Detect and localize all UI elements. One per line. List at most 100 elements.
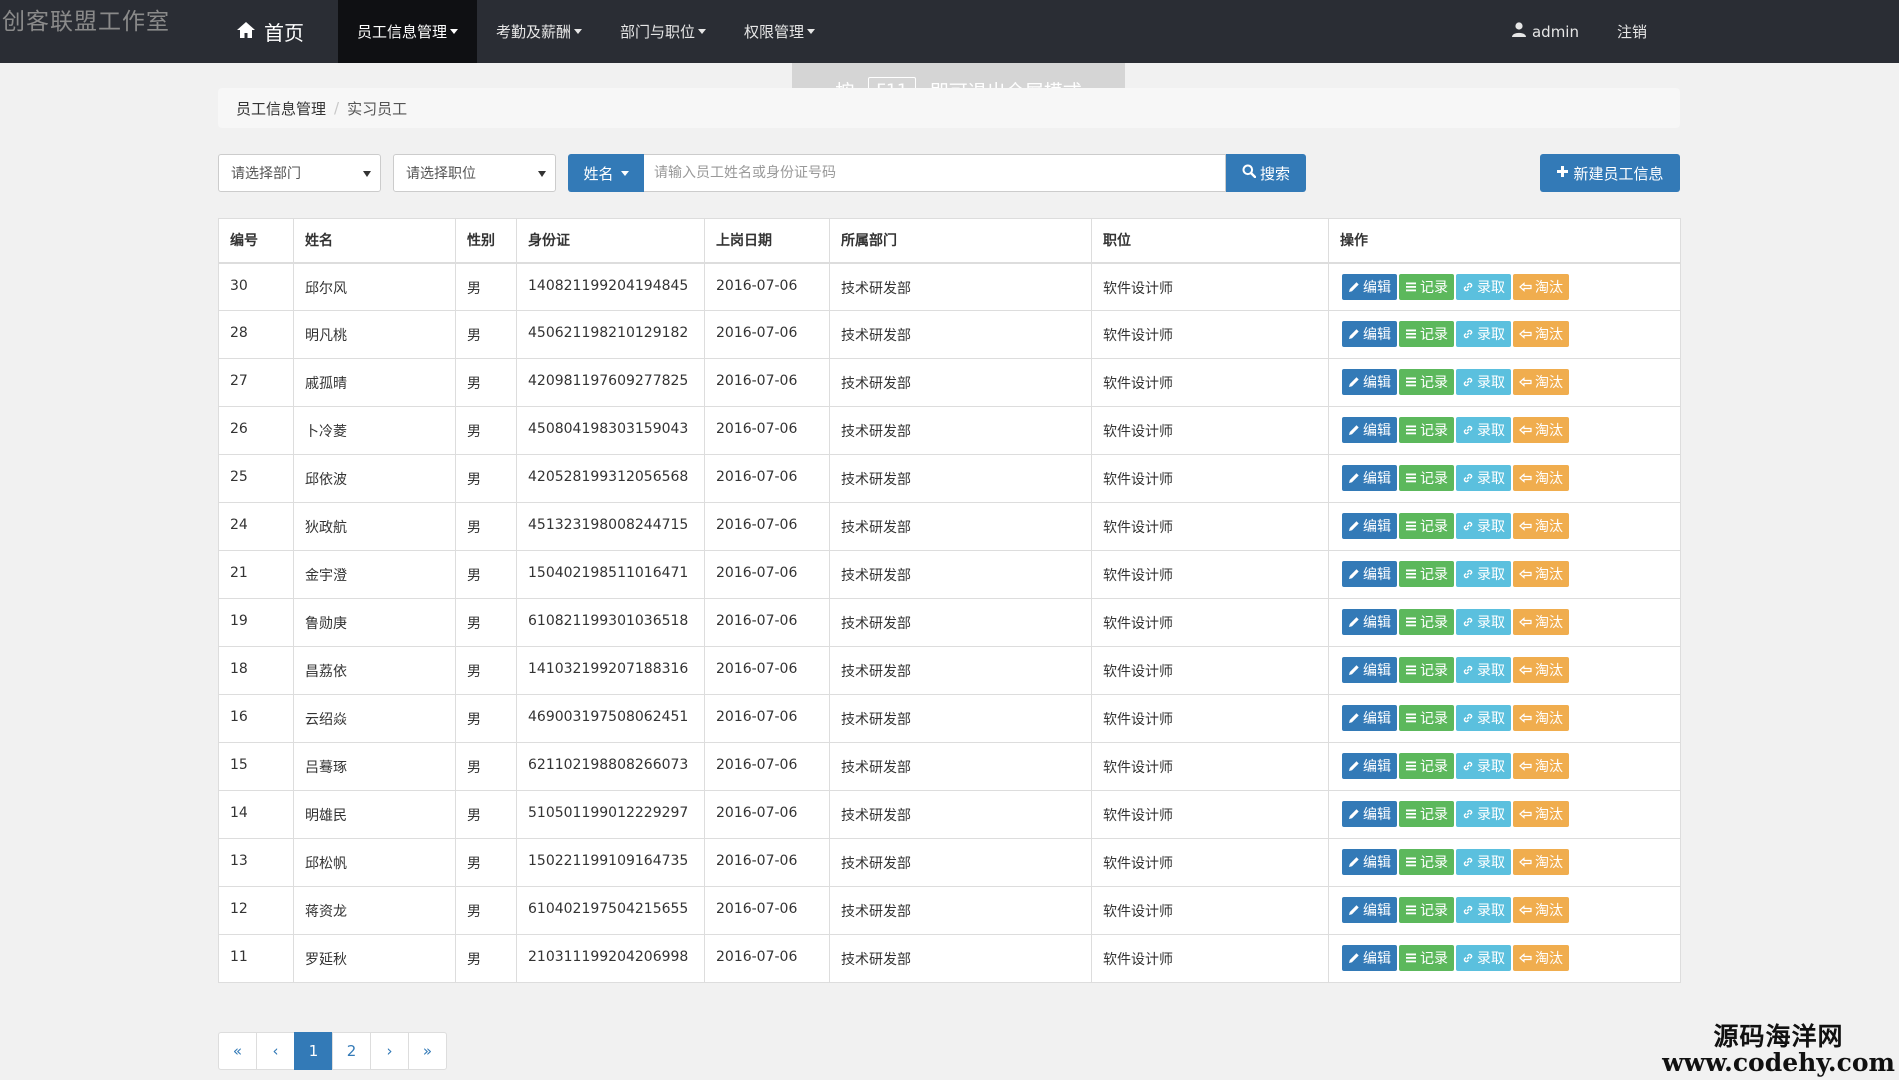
page-first[interactable]: « xyxy=(218,1032,257,1070)
edit-button[interactable]: 编辑 xyxy=(1342,849,1397,875)
hire-button[interactable]: 录取 xyxy=(1456,849,1511,875)
edit-button[interactable]: 编辑 xyxy=(1342,705,1397,731)
user-menu[interactable]: admin xyxy=(1511,22,1579,41)
edit-button[interactable]: 编辑 xyxy=(1342,321,1397,347)
cell-actions: 编辑 记录 录取 淘汰 xyxy=(1328,406,1681,455)
edit-button[interactable]: 编辑 xyxy=(1342,945,1397,971)
cell-name: 狄政航 xyxy=(293,502,456,551)
record-button[interactable]: 记录 xyxy=(1399,465,1454,491)
hire-button[interactable]: 录取 xyxy=(1456,801,1511,827)
hire-button[interactable]: 录取 xyxy=(1456,465,1511,491)
column-header-start-date: 上岗日期 xyxy=(704,218,830,264)
edit-button[interactable]: 编辑 xyxy=(1342,609,1397,635)
hire-button[interactable]: 录取 xyxy=(1456,561,1511,587)
record-button[interactable]: 记录 xyxy=(1399,513,1454,539)
cell-gender: 男 xyxy=(455,550,517,599)
hire-button[interactable]: 录取 xyxy=(1456,945,1511,971)
record-button[interactable]: 记录 xyxy=(1399,273,1454,300)
dismiss-button[interactable]: 淘汰 xyxy=(1513,321,1569,347)
home-link[interactable]: 首页 xyxy=(232,0,338,63)
dismiss-button[interactable]: 淘汰 xyxy=(1513,657,1569,683)
dismiss-button[interactable]: 淘汰 xyxy=(1513,561,1569,587)
dismiss-button[interactable]: 淘汰 xyxy=(1513,801,1569,827)
record-button[interactable]: 记录 xyxy=(1399,657,1454,683)
hire-button[interactable]: 录取 xyxy=(1456,897,1511,923)
hire-button[interactable]: 录取 xyxy=(1456,705,1511,731)
dismiss-button[interactable]: 淘汰 xyxy=(1513,417,1569,443)
edit-button[interactable]: 编辑 xyxy=(1342,561,1397,587)
link-icon xyxy=(1462,328,1474,340)
dismiss-button[interactable]: 淘汰 xyxy=(1513,849,1569,875)
cell-start-date: 2016-07-06 xyxy=(704,550,830,599)
dismiss-button[interactable]: 淘汰 xyxy=(1513,609,1569,635)
hire-button[interactable]: 录取 xyxy=(1456,321,1511,347)
breadcrumb-item-employee-info[interactable]: 员工信息管理 xyxy=(236,98,326,119)
edit-button[interactable]: 编辑 xyxy=(1342,513,1397,539)
search-input[interactable] xyxy=(644,154,1226,192)
nav-menu-permissions[interactable]: 权限管理 xyxy=(725,0,834,63)
record-button[interactable]: 记录 xyxy=(1399,753,1454,779)
hire-button-label: 录取 xyxy=(1477,327,1505,343)
hire-button[interactable]: 录取 xyxy=(1456,609,1511,635)
nav-menu-dept-position[interactable]: 部门与职位 xyxy=(601,0,725,63)
record-button[interactable]: 记录 xyxy=(1399,417,1454,443)
record-button[interactable]: 记录 xyxy=(1399,609,1454,635)
list-icon xyxy=(1405,904,1417,916)
cell-department: 技术研发部 xyxy=(829,502,1092,551)
search-field-dropdown[interactable]: 姓名 xyxy=(568,154,644,192)
edit-button[interactable]: 编辑 xyxy=(1342,465,1397,491)
dismiss-button[interactable]: 淘汰 xyxy=(1513,273,1569,300)
table-row: 21 金宇澄男 150402198511016471 2016-07-06 技术研发部软… xyxy=(218,550,1681,599)
dismiss-button[interactable]: 淘汰 xyxy=(1513,945,1569,971)
record-button[interactable]: 记录 xyxy=(1399,945,1454,971)
edit-button[interactable]: 编辑 xyxy=(1342,753,1397,779)
dismiss-button[interactable]: 淘汰 xyxy=(1513,897,1569,923)
dismiss-button[interactable]: 淘汰 xyxy=(1513,465,1569,491)
edit-button[interactable]: 编辑 xyxy=(1342,369,1397,395)
page-number[interactable]: 1 xyxy=(294,1032,333,1070)
dropdown-arrow-icon xyxy=(363,171,371,177)
record-button[interactable]: 记录 xyxy=(1399,321,1454,347)
edit-button[interactable]: 编辑 xyxy=(1342,897,1397,923)
cell-id-card: 150402198511016471 xyxy=(516,550,705,599)
cell-id-card: 510501199012229297 xyxy=(516,790,705,839)
hire-button[interactable]: 录取 xyxy=(1456,753,1511,779)
department-select[interactable]: 请选择部门 xyxy=(218,154,381,192)
cell-actions: 编辑 记录 录取 淘汰 xyxy=(1328,742,1681,791)
cell-id: 25 xyxy=(218,454,294,503)
record-button[interactable]: 记录 xyxy=(1399,849,1454,875)
dismiss-button[interactable]: 淘汰 xyxy=(1513,513,1569,539)
edit-button[interactable]: 编辑 xyxy=(1342,657,1397,683)
position-select[interactable]: 请选择职位 xyxy=(393,154,556,192)
dismiss-button[interactable]: 淘汰 xyxy=(1513,753,1569,779)
page-next[interactable]: › xyxy=(370,1032,409,1070)
dismiss-button-label: 淘汰 xyxy=(1535,855,1563,871)
hire-button[interactable]: 录取 xyxy=(1456,369,1511,395)
nav-menu-attendance-salary[interactable]: 考勤及薪酬 xyxy=(477,0,601,63)
page-prev[interactable]: ‹ xyxy=(256,1032,295,1070)
link-icon xyxy=(1462,664,1474,676)
record-button[interactable]: 记录 xyxy=(1399,897,1454,923)
record-button[interactable]: 记录 xyxy=(1399,801,1454,827)
edit-button[interactable]: 编辑 xyxy=(1342,801,1397,827)
caret-down-icon xyxy=(698,29,707,34)
record-button[interactable]: 记录 xyxy=(1399,369,1454,395)
hire-button[interactable]: 录取 xyxy=(1456,417,1511,443)
table-row: 26 卜冷菱男 450804198303159043 2016-07-06 技术研发部软… xyxy=(218,406,1681,455)
dismiss-button[interactable]: 淘汰 xyxy=(1513,369,1569,395)
cell-department: 技术研发部 xyxy=(829,262,1092,311)
page-number[interactable]: 2 xyxy=(332,1032,371,1070)
search-button[interactable]: 搜索 xyxy=(1226,154,1306,192)
page-last[interactable]: » xyxy=(408,1032,447,1070)
hire-button[interactable]: 录取 xyxy=(1456,657,1511,683)
record-button[interactable]: 记录 xyxy=(1399,705,1454,731)
edit-button[interactable]: 编辑 xyxy=(1342,417,1397,443)
hire-button[interactable]: 录取 xyxy=(1456,513,1511,539)
logout-link[interactable]: 注销 xyxy=(1617,21,1647,42)
new-employee-button[interactable]: 新建员工信息 xyxy=(1540,154,1680,192)
hire-button[interactable]: 录取 xyxy=(1456,273,1511,300)
dismiss-button[interactable]: 淘汰 xyxy=(1513,705,1569,731)
record-button[interactable]: 记录 xyxy=(1399,561,1454,587)
nav-menu-employee-info[interactable]: 员工信息管理 xyxy=(338,0,478,63)
edit-button[interactable]: 编辑 xyxy=(1342,273,1397,300)
